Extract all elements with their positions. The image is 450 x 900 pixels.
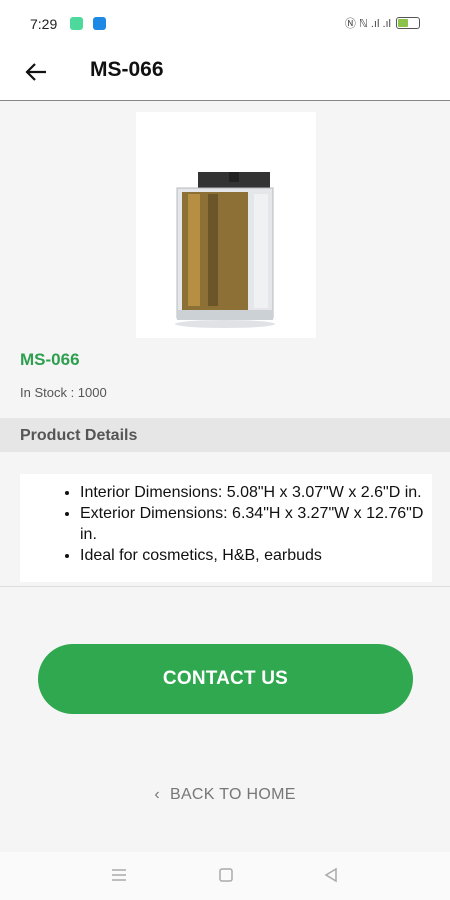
menu-icon[interactable] [110,866,128,884]
stock-label: In Stock : 1000 [20,385,107,400]
battery-icon [396,17,420,29]
status-time: 7:29 [30,16,58,32]
detail-item: Exterior Dimensions: 6.34"H x 3.27"W x 1… [80,503,432,545]
app-bar: MS-066 [0,48,450,101]
product-details-content[interactable]: Interior Dimensions: 5.08"H x 3.07"W x 2… [20,474,432,582]
contact-us-button[interactable]: CONTACT US [38,644,413,714]
detail-item: Interior Dimensions: 5.08"H x 3.07"W x 2… [80,482,432,503]
status-signal-text: Ⓝ ℕ .ıl .ıl [344,18,391,30]
back-to-home-label: BACK TO HOME [169,786,296,803]
product-name: MS-066 [20,350,80,369]
notification-app-icon [70,17,83,30]
back-triangle-icon[interactable] [322,866,340,884]
chevron-left-icon: ‹ [154,786,160,803]
system-nav-bar [0,852,450,900]
page-title: MS-066 [90,58,164,81]
detail-item: Ideal for cosmetics, H&B, earbuds [80,545,432,566]
status-indicators: Ⓝ ℕ .ıl .ıl [345,15,420,31]
notification-app-icon-2 [93,17,106,30]
arrow-left-icon[interactable] [22,57,52,87]
back-to-home-link[interactable]: ‹ BACK TO HOME [0,786,450,804]
product-details-title: Product Details [20,427,138,444]
product-details-header: Product Details [0,418,450,452]
home-square-icon[interactable] [217,866,235,884]
status-bar: 7:29 Ⓝ ℕ .ıl .ıl [0,0,450,48]
divider [0,586,450,587]
product-image [136,112,316,338]
